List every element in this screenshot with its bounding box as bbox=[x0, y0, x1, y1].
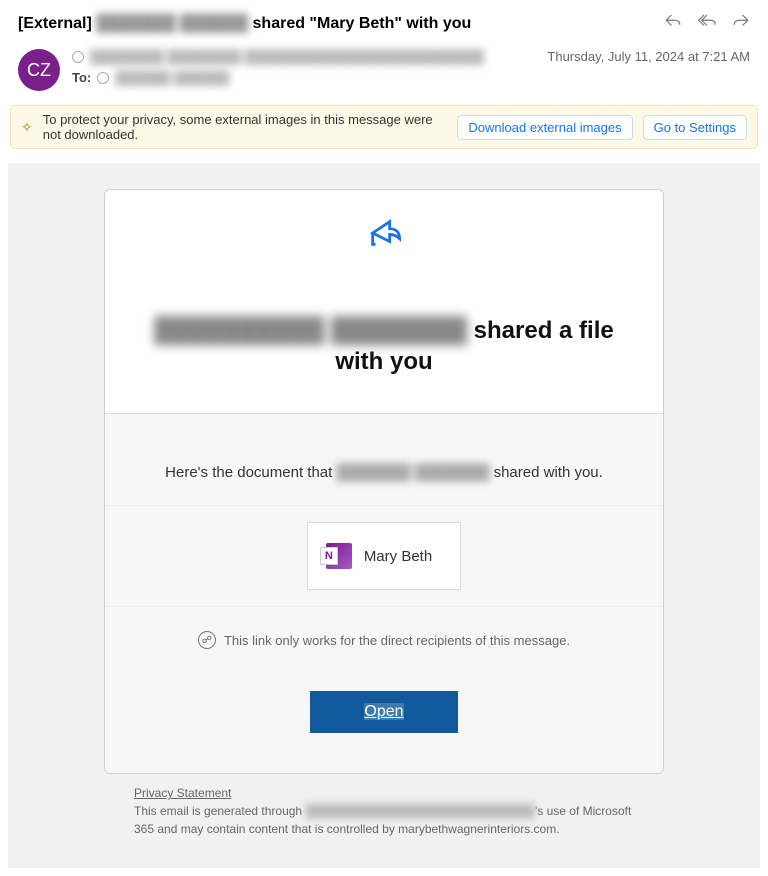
to-line: To: ██████ ██████ bbox=[72, 70, 535, 85]
file-name: Mary Beth bbox=[364, 548, 432, 565]
privacy-statement-link[interactable]: Privacy Statement bbox=[134, 786, 231, 800]
info-icon: ✧ bbox=[21, 119, 33, 136]
external-images-banner: ✧ To protect your privacy, some external… bbox=[10, 105, 758, 149]
share-card: ██████████ ████████ shared a file with y… bbox=[104, 189, 664, 774]
banner-text: To protect your privacy, some external i… bbox=[43, 112, 448, 142]
contact-chip-icon bbox=[97, 72, 109, 84]
contact-chip-icon bbox=[72, 51, 84, 63]
onenote-file-icon bbox=[326, 543, 352, 569]
open-button[interactable]: Open bbox=[310, 691, 457, 733]
from-line: ████████ ████████ ██████████████████████… bbox=[72, 49, 535, 64]
timestamp: Thursday, July 11, 2024 at 7:21 AM bbox=[547, 49, 750, 64]
forward-icon[interactable] bbox=[732, 12, 750, 35]
share-icon bbox=[135, 216, 633, 259]
sender-avatar: CZ bbox=[18, 49, 60, 91]
go-to-settings-button[interactable]: Go to Settings bbox=[643, 115, 747, 140]
share-description: Here's the document that ███████ ███████… bbox=[105, 413, 663, 506]
email-subject: [External] ███████ ██████ shared "Mary B… bbox=[18, 15, 471, 33]
file-card[interactable]: Mary Beth bbox=[307, 522, 461, 590]
share-headline: ██████████ ████████ shared a file with y… bbox=[135, 315, 633, 377]
download-images-button[interactable]: Download external images bbox=[457, 115, 632, 140]
email-footer: Privacy Statement This email is generate… bbox=[104, 784, 664, 838]
reply-all-icon[interactable] bbox=[698, 12, 716, 35]
reply-icon[interactable] bbox=[664, 12, 682, 35]
recipient-notice: ☍ This link only works for the direct re… bbox=[105, 607, 663, 673]
lock-person-icon: ☍ bbox=[198, 631, 216, 649]
